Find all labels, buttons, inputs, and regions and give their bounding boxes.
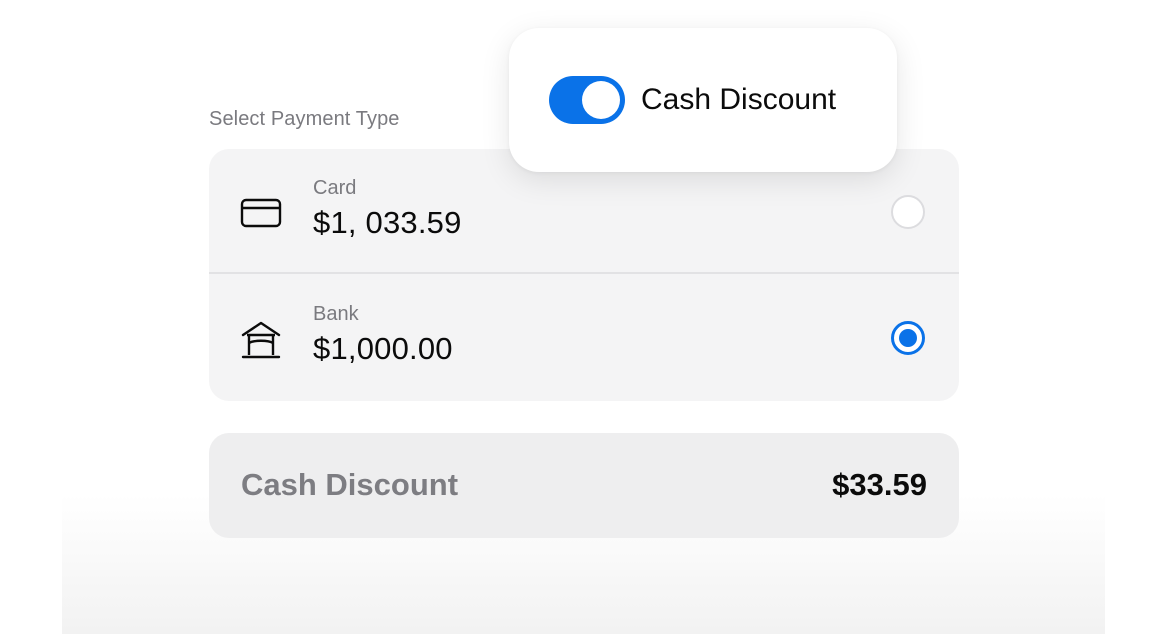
- payment-option-label: Bank: [313, 303, 359, 325]
- cash-discount-popover: Cash Discount: [509, 28, 897, 172]
- section-label: Select Payment Type: [209, 108, 400, 130]
- credit-card-icon: [240, 198, 282, 228]
- toggle-knob: [582, 81, 620, 119]
- payment-option-amount: $1, 033.59: [313, 205, 462, 240]
- bank-icon: [241, 321, 281, 359]
- cash-discount-value: $33.59: [832, 467, 927, 502]
- payment-option-amount: $1,000.00: [313, 331, 453, 366]
- toggle-label: Cash Discount: [641, 83, 837, 116]
- cash-discount-summary: Cash Discount $33.59: [209, 433, 959, 538]
- cash-discount-label: Cash Discount: [241, 467, 459, 502]
- cash-discount-toggle[interactable]: [549, 76, 625, 124]
- divider: [209, 272, 959, 274]
- payment-option-label: Card: [313, 177, 357, 199]
- payment-options-card: Card $1, 033.59 Bank $1,000.00: [209, 149, 959, 401]
- card-radio-button[interactable]: [891, 195, 925, 229]
- radio-selected-dot: [899, 329, 917, 347]
- bank-radio-button[interactable]: [891, 321, 925, 355]
- payment-option-bank[interactable]: Bank $1,000.00: [209, 275, 959, 401]
